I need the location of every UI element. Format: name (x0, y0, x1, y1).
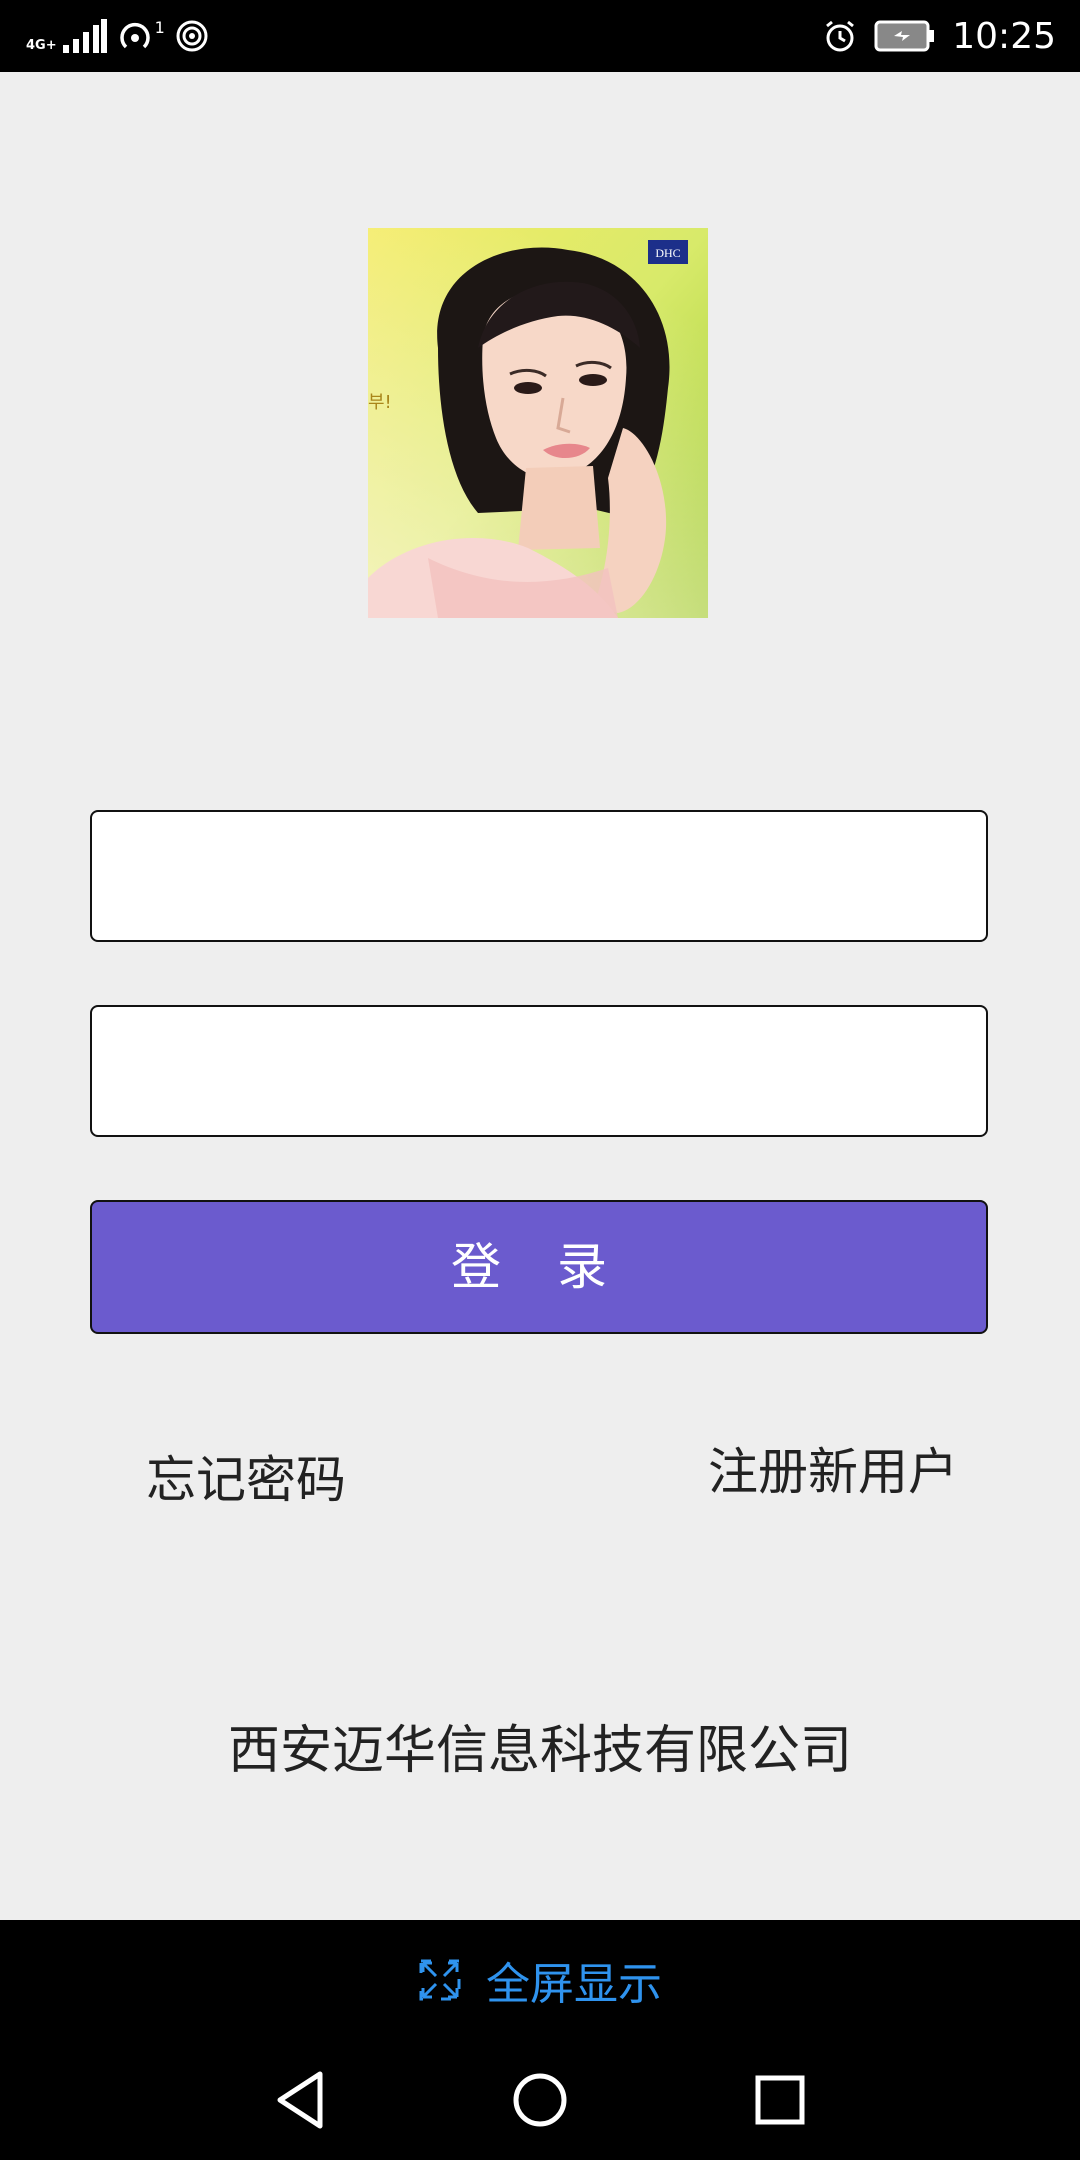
fullscreen-bar[interactable]: 全屏显示 (0, 1920, 1080, 2040)
battery-icon (874, 20, 935, 52)
fullscreen-icon (419, 1959, 461, 2001)
login-button[interactable]: 登 录 (90, 1200, 988, 1334)
home-icon[interactable] (498, 2058, 582, 2142)
forgot-password-link[interactable]: 忘记密码 (146, 1440, 346, 1512)
back-icon[interactable] (258, 2058, 342, 2142)
hotspot-icon (119, 22, 150, 49)
username-input[interactable] (92, 812, 986, 940)
signal-icon (62, 19, 107, 53)
navigation-bar (0, 2040, 1080, 2160)
username-field[interactable] (90, 810, 988, 942)
company-name: 西安迈华信息科技有限公司 (227, 1721, 852, 1781)
profile-image: DHC 부! (368, 228, 708, 618)
profile-illustration: DHC 부! (368, 228, 708, 618)
status-bar: 4G+ 1 10:25 (0, 0, 1080, 72)
password-field[interactable] (90, 1005, 988, 1137)
recents-icon[interactable] (738, 2058, 822, 2142)
register-link[interactable]: 注册新用户 (708, 1432, 958, 1504)
alarm-icon (826, 20, 855, 52)
clock: 10:25 (952, 15, 1056, 57)
brand-text: DHC (655, 246, 680, 260)
status-right: 10:25 (822, 14, 1056, 58)
hotspot-indicator: 1 (117, 18, 165, 54)
sim-number: 1 (154, 18, 165, 37)
fullscreen-label[interactable]: 全屏显示 (486, 1948, 662, 2012)
password-input[interactable] (92, 1007, 986, 1135)
side-text: 부! (368, 392, 392, 413)
signal-indicator: 4G+ (26, 19, 107, 53)
status-left: 4G+ 1 (26, 16, 209, 56)
nfc-icon (176, 20, 208, 52)
network-type-label: 4G+ (26, 38, 57, 53)
